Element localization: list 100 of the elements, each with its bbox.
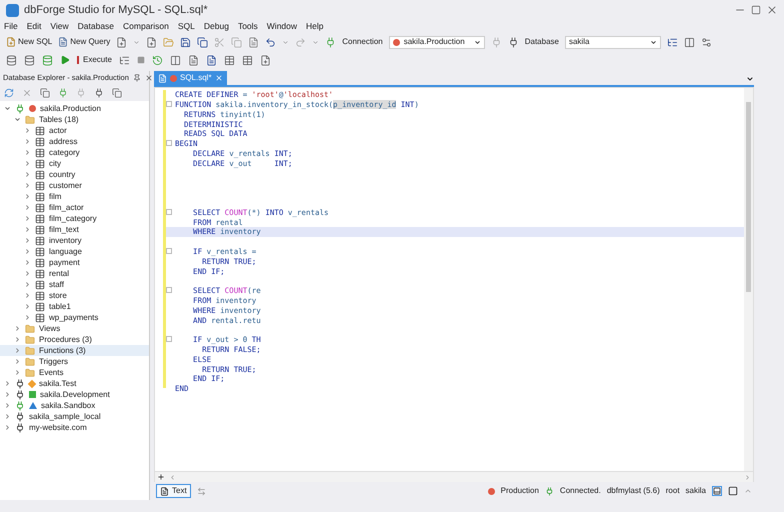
execute-button[interactable]: Execute (77, 54, 112, 66)
tree-icon[interactable] (666, 36, 678, 48)
swap-icon[interactable] (196, 486, 206, 496)
fold-marker-icon[interactable] (166, 101, 172, 108)
caret-icon[interactable] (312, 38, 320, 46)
delete-icon[interactable] (22, 88, 32, 98)
single-panel-icon[interactable] (728, 486, 738, 496)
history-icon[interactable] (152, 54, 163, 66)
database-icon[interactable] (42, 54, 53, 66)
save-all-icon[interactable] (197, 36, 208, 48)
tree-item[interactable]: film_actor (0, 202, 149, 213)
tree-item[interactable]: category (0, 147, 149, 158)
database-icon[interactable] (6, 54, 17, 66)
menu-item[interactable]: Comparison (123, 20, 169, 33)
fold-marker-icon[interactable] (166, 248, 172, 254)
server-label: dbfmylast (5.6) (606, 485, 660, 497)
connection-dropdown[interactable]: sakila.Production (388, 36, 485, 48)
document-icon[interactable] (206, 54, 217, 66)
scroll-left-icon[interactable] (169, 474, 176, 480)
menu-item[interactable]: View (50, 20, 69, 33)
tree-item[interactable]: inventory (0, 235, 149, 246)
list-icon[interactable] (118, 54, 130, 66)
tree-item[interactable]: Functions (3) (0, 345, 149, 356)
new-sql-button[interactable]: New SQL (6, 36, 52, 48)
plug-icon[interactable] (94, 88, 104, 98)
fold-marker-icon[interactable] (166, 336, 172, 342)
tree-item[interactable]: film (0, 191, 149, 202)
new-item-icon[interactable] (116, 36, 128, 48)
caret-icon[interactable] (133, 38, 140, 46)
tree-item[interactable]: address (0, 136, 149, 147)
fold-marker-icon[interactable] (166, 208, 172, 215)
panel-layout-icon[interactable] (712, 486, 722, 496)
columns-icon[interactable] (684, 36, 695, 48)
tree-item[interactable]: my-website.com (0, 422, 149, 433)
add-file-icon[interactable] (146, 36, 158, 48)
add-file-icon[interactable] (260, 54, 271, 66)
menu-item[interactable]: Help (306, 20, 324, 33)
maximize-button[interactable] (751, 5, 761, 15)
tree-item[interactable]: wp_payments (0, 312, 149, 323)
tree-item[interactable]: sakila_sample_local (0, 411, 149, 422)
menu-item[interactable]: Tools (238, 20, 258, 33)
grid-icon[interactable] (242, 54, 253, 66)
menu-item[interactable]: Window (266, 20, 298, 33)
tree-item[interactable]: customer (0, 180, 149, 191)
tree-item[interactable]: rental (0, 268, 149, 279)
tree-item[interactable]: film_category (0, 213, 149, 224)
duplicate-icon[interactable] (112, 88, 122, 98)
tree-item[interactable]: Triggers (0, 356, 149, 367)
text-view-button[interactable]: Text (156, 484, 191, 498)
tree-item[interactable]: sakila.Test (0, 378, 149, 389)
refresh-icon[interactable] (4, 88, 14, 98)
paste-icon[interactable] (248, 36, 260, 48)
menu-item[interactable]: Edit (26, 20, 42, 33)
tree-item[interactable]: city (0, 158, 149, 169)
copy-icon[interactable] (40, 88, 50, 98)
tree-item[interactable]: film_text (0, 224, 149, 235)
horizontal-scrollbar[interactable] (154, 472, 754, 482)
folder-icon (25, 346, 35, 356)
database-icon[interactable] (24, 54, 35, 66)
vertical-scrollbar[interactable] (744, 88, 753, 471)
pin-icon[interactable] (132, 74, 141, 82)
columns-icon[interactable] (170, 54, 181, 66)
tree-item[interactable]: Views (0, 323, 149, 334)
tree-item[interactable]: country (0, 169, 149, 180)
fold-marker-icon[interactable] (166, 287, 172, 294)
close-icon[interactable] (144, 74, 153, 82)
scroll-right-icon[interactable] (744, 474, 751, 480)
save-icon[interactable] (180, 36, 192, 48)
settings-icon[interactable] (700, 36, 712, 48)
menu-item[interactable]: Debug (204, 20, 229, 33)
play-icon[interactable] (60, 55, 70, 65)
tree-item[interactable]: payment (0, 257, 149, 268)
new-query-button[interactable]: New Query (58, 36, 110, 48)
database-dropdown[interactable]: sakila (564, 36, 661, 48)
tree-item[interactable]: sakila.Sandbox (0, 400, 149, 411)
grid-icon[interactable] (224, 54, 235, 66)
tree-item[interactable]: table1 (0, 301, 149, 312)
document-icon[interactable] (188, 54, 199, 66)
menu-item[interactable]: SQL (178, 20, 195, 33)
undo-icon[interactable] (265, 36, 276, 48)
tree-item[interactable]: sakila.Development (0, 389, 149, 400)
stop-icon[interactable] (136, 56, 145, 64)
tree-item[interactable]: store (0, 290, 149, 301)
close-icon[interactable] (214, 74, 223, 82)
tree-item[interactable]: Events (0, 367, 149, 378)
collapse-icon[interactable] (744, 487, 752, 495)
fold-marker-icon[interactable] (166, 140, 172, 146)
tree-item[interactable]: actor (0, 125, 149, 136)
menu-item[interactable]: File (4, 20, 18, 33)
caret-icon[interactable] (282, 38, 290, 46)
tree-item[interactable]: Tables (18) (0, 114, 149, 125)
tree-item[interactable]: sakila.Production (0, 103, 149, 114)
menu-item[interactable]: Database (78, 20, 114, 33)
tab-list-caret-icon[interactable] (746, 75, 754, 83)
plug-icon[interactable] (508, 36, 519, 48)
close-button[interactable] (766, 4, 778, 16)
split-icon[interactable] (157, 473, 165, 481)
tree-item[interactable]: Procedures (3) (0, 334, 149, 345)
tree-item[interactable]: language (0, 246, 149, 257)
tree-item[interactable]: staff (0, 279, 149, 290)
